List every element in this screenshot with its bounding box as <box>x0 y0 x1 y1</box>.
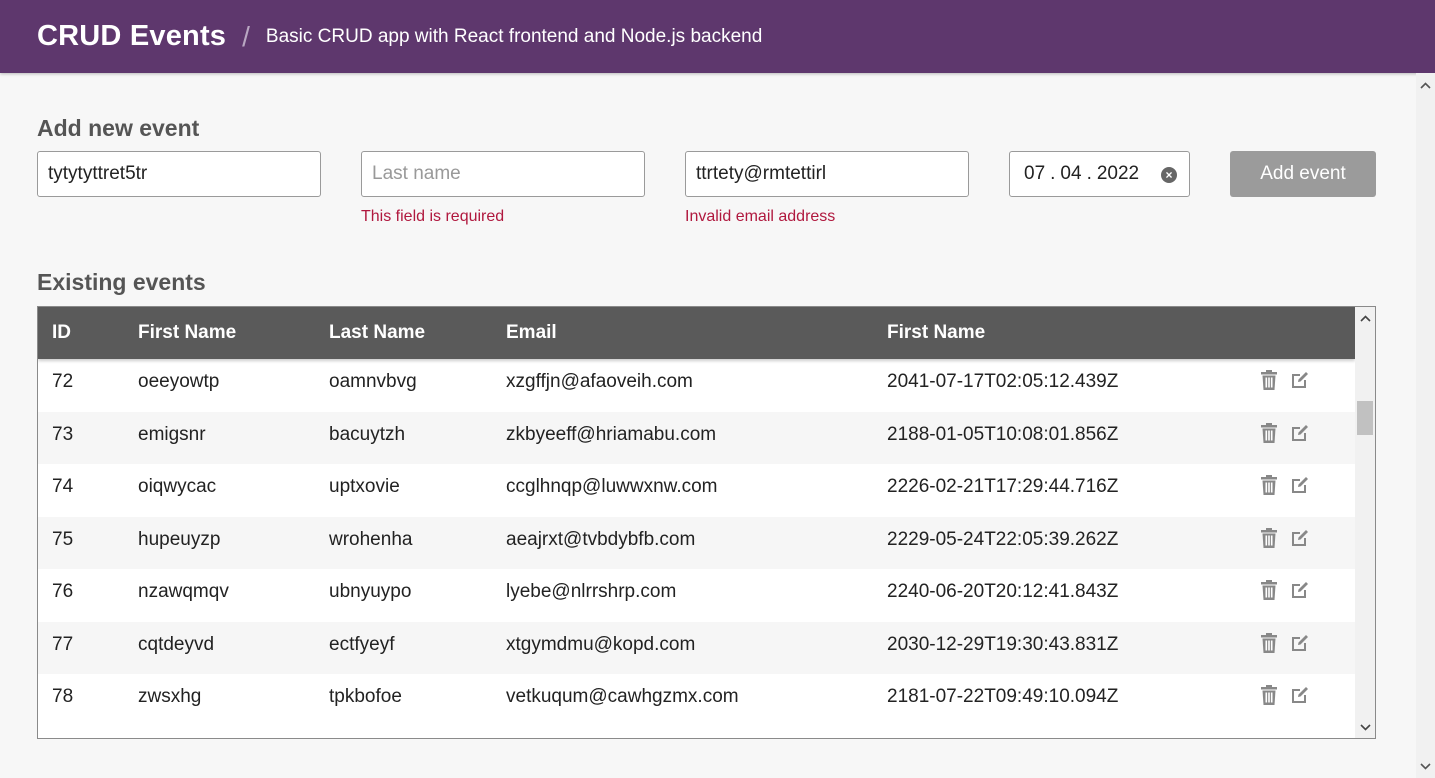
cell-id: 72 <box>52 371 74 392</box>
cell-first-name: nzawqmqv <box>138 581 229 602</box>
table-scrollbar[interactable] <box>1355 307 1375 738</box>
column-header-date: First Name <box>887 322 986 343</box>
cell-date: 2030-12-29T19:30:43.831Z <box>887 633 1119 655</box>
cell-first-name: emigsnr <box>138 423 206 445</box>
trash-icon[interactable] <box>1259 684 1281 708</box>
edit-icon[interactable] <box>1289 369 1311 393</box>
add-event-heading: Add new event <box>37 115 200 141</box>
cell-date: 2226-02-21T17:29:44.716Z <box>887 476 1119 497</box>
events-table[interactable]: ID First Name Last Name Email First Name… <box>37 306 1376 739</box>
table-scroll-up-icon[interactable] <box>1355 309 1375 327</box>
cell-first-name: zwsxhg <box>138 686 202 707</box>
edit-icon[interactable] <box>1289 527 1311 551</box>
column-header-first-name: First Name <box>138 322 237 343</box>
cell-last-name: wrohenha <box>329 528 413 550</box>
date-input[interactable]: 07 . 04 . 2022 × <box>1009 151 1190 197</box>
cell-date: 2240-06-20T20:12:41.843Z <box>887 581 1119 602</box>
cell-first-name: oeeyowtp <box>138 371 220 392</box>
cell-email: ccglhnqp@luwwxnw.com <box>506 476 718 497</box>
table-row: 78 zwsxhg tpkbofoe vetkuqum@cawhgzmx.com 218… <box>38 674 1355 726</box>
cell-date: 2041-07-17T02:05:12.439Z <box>887 371 1119 392</box>
cell-last-name: oamnvbvg <box>329 371 417 392</box>
cell-email: xzgffjn@afaoveih.com <box>506 371 693 392</box>
cell-id: 74 <box>52 476 74 497</box>
email-input[interactable] <box>685 151 969 197</box>
last-name-error: This field is required <box>361 208 505 225</box>
date-separator: . <box>1086 163 1092 184</box>
scroll-down-arrow-icon[interactable] <box>1416 756 1435 776</box>
column-header-email: Email <box>506 322 557 343</box>
date-day[interactable]: 07 <box>1024 163 1045 185</box>
cell-last-name: tpkbofoe <box>329 686 402 707</box>
date-year[interactable]: 2022 <box>1097 163 1139 185</box>
trash-icon[interactable] <box>1259 369 1281 393</box>
table-row: 73 emigsnr bacuytzh zkbyeeff@hriamabu.com 21… <box>38 411 1355 464</box>
cell-email: lyebe@nlrrshrp.com <box>506 581 677 602</box>
app-subtitle: Basic CRUD app with React frontend and N… <box>265 25 763 47</box>
table-row: 77 cqtdeyvd ectfyeyf xtgymdmu@kopd.com 2030-… <box>38 621 1355 674</box>
email-error: Invalid email address <box>685 208 836 225</box>
cell-first-name: oiqwycac <box>138 476 217 497</box>
trash-icon[interactable] <box>1259 632 1281 656</box>
date-separator: . <box>1050 163 1056 184</box>
trash-icon[interactable] <box>1259 474 1281 498</box>
clear-date-icon[interactable]: × <box>1161 167 1177 183</box>
cell-date: 2229-05-24T22:05:39.262Z <box>887 528 1119 550</box>
date-month[interactable]: 04 <box>1060 163 1081 185</box>
scroll-up-arrow-icon[interactable] <box>1416 75 1435 95</box>
table-scroll-down-icon[interactable] <box>1355 718 1375 736</box>
edit-icon[interactable] <box>1289 632 1311 656</box>
existing-events-heading: Existing events <box>37 269 206 295</box>
cell-first-name: cqtdeyvd <box>138 633 215 655</box>
app-title: CRUD Events <box>37 20 227 52</box>
trash-icon[interactable] <box>1259 527 1281 551</box>
table-scroll-thumb[interactable] <box>1357 401 1373 435</box>
trash-icon[interactable] <box>1259 422 1281 446</box>
edit-icon[interactable] <box>1289 579 1311 603</box>
last-name-input[interactable] <box>361 151 645 197</box>
add-event-button[interactable]: Add event <box>1230 151 1376 197</box>
cell-id: 76 <box>52 581 74 602</box>
cell-email: zkbyeeff@hriamabu.com <box>506 423 717 445</box>
table-row: 75 hupeuyzp wrohenha aeajrxt@tvbdybfb.com 22… <box>38 516 1355 569</box>
cell-last-name: bacuytzh <box>329 423 406 445</box>
first-name-input[interactable] <box>37 151 321 197</box>
cell-id: 75 <box>52 528 74 550</box>
column-header-last-name: Last Name <box>329 322 426 343</box>
edit-icon[interactable] <box>1289 422 1311 446</box>
cell-date: 2188-01-05T10:08:01.856Z <box>887 423 1119 445</box>
table-header: ID First Name Last Name Email First Name <box>38 307 1355 359</box>
cell-email: vetkuqum@cawhgzmx.com <box>506 686 739 707</box>
title-separator: / <box>242 20 250 52</box>
table-row: 72 oeeyowtp oamnvbvg xzgffjn@afaoveih.com 20… <box>38 359 1355 411</box>
cell-last-name: uptxovie <box>329 476 400 497</box>
table-row: 74 oiqwycac uptxovie ccglhnqp@luwwxnw.com 22… <box>38 464 1355 516</box>
trash-icon[interactable] <box>1259 579 1281 603</box>
cell-last-name: ectfyeyf <box>329 633 395 655</box>
edit-icon[interactable] <box>1289 474 1311 498</box>
table-row: 76 nzawqmqv ubnyuypo lyebe@nlrrshrp.com 2240… <box>38 569 1355 621</box>
cell-id: 78 <box>52 686 74 707</box>
cell-date: 2181-07-22T09:49:10.094Z <box>887 686 1119 707</box>
edit-icon[interactable] <box>1289 684 1311 708</box>
column-header-id: ID <box>52 322 71 343</box>
cell-email: aeajrxt@tvbdybfb.com <box>506 528 696 550</box>
page-scrollbar[interactable] <box>1416 73 1435 778</box>
cell-last-name: ubnyuypo <box>329 581 412 602</box>
cell-email: xtgymdmu@kopd.com <box>506 633 696 655</box>
cell-id: 77 <box>52 633 74 655</box>
top-bar: CRUD Events / Basic CRUD app with React … <box>0 0 1435 73</box>
cell-id: 73 <box>52 423 74 445</box>
cell-first-name: hupeuyzp <box>138 528 221 550</box>
